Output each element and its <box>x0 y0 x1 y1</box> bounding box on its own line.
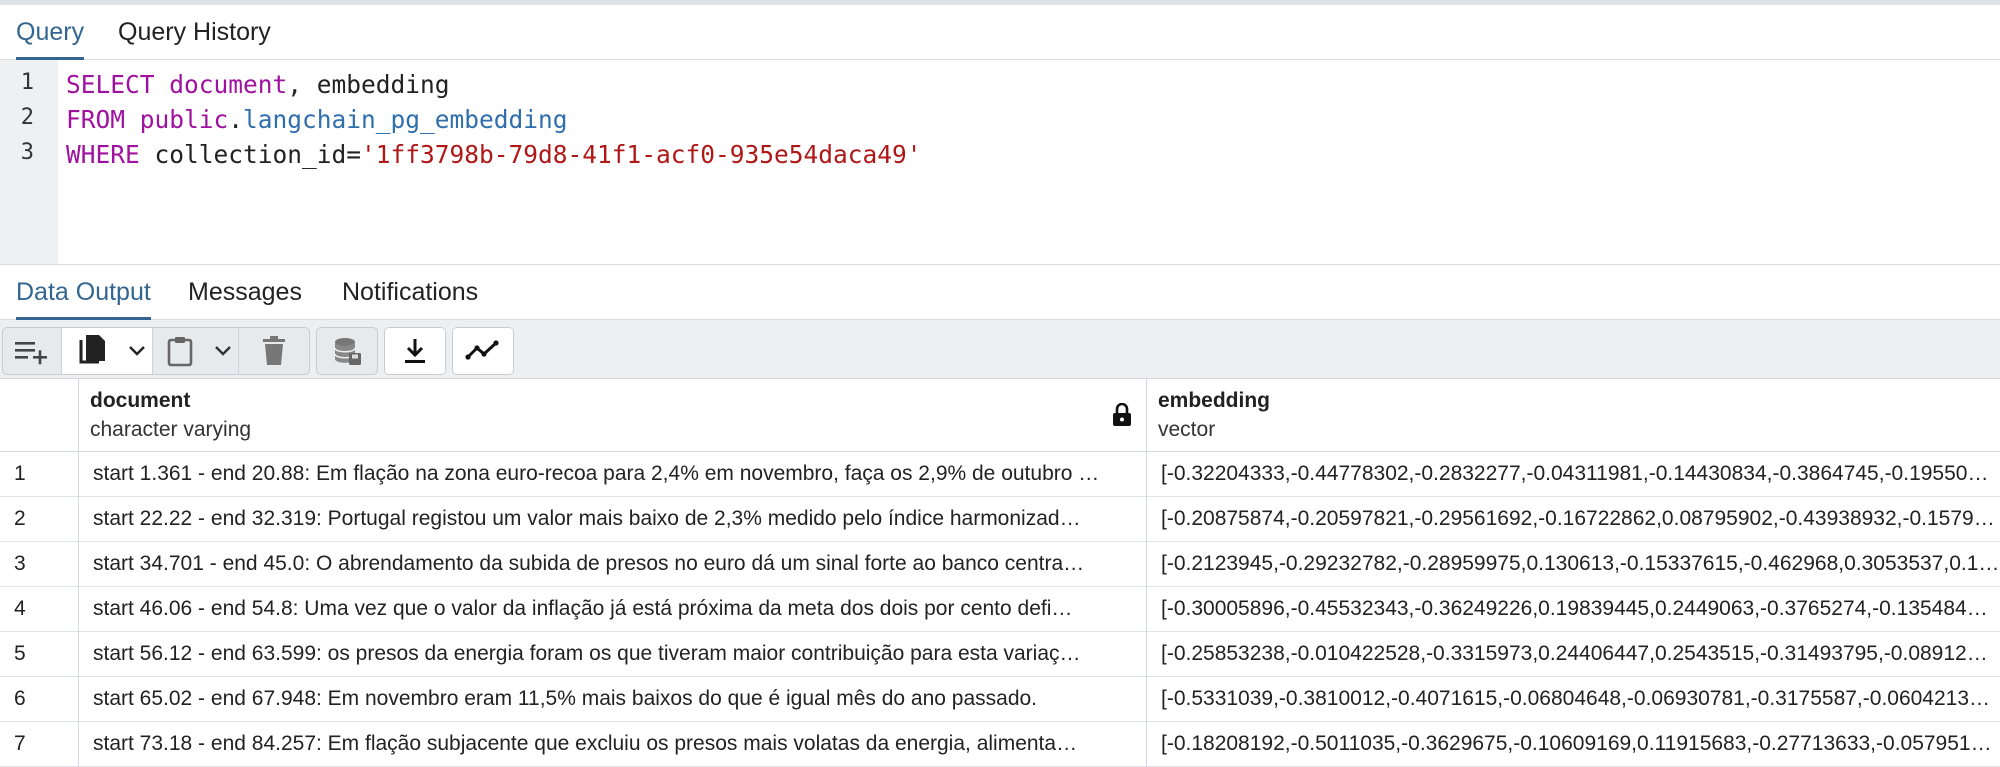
row-number[interactable]: 2 <box>14 497 26 541</box>
graph-visualiser-button[interactable] <box>453 328 513 374</box>
column-name: embedding <box>1158 389 1271 412</box>
cell-document[interactable]: start 1.361 - end 20.88: Em flação na zo… <box>93 452 1133 496</box>
cell-embedding[interactable]: [-0.32204333,-0.44778302,-0.2832277,-0.0… <box>1161 452 2000 496</box>
line-number: 1 <box>20 70 34 95</box>
tab-notifications[interactable]: Notifications <box>342 265 478 319</box>
code-token: collection_id= <box>154 140 362 169</box>
table-row[interactable]: 5 start 56.12 - end 63.599: os presos da … <box>0 632 2000 677</box>
table-row[interactable]: 4 start 46.06 - end 54.8: Uma vez que o v… <box>0 587 2000 632</box>
column-name: document <box>90 389 191 412</box>
column-type: vector <box>1158 418 1216 441</box>
table-row[interactable]: 1 start 1.361 - end 20.88: Em flação na z… <box>0 452 2000 497</box>
download-button[interactable] <box>385 328 445 374</box>
line-number: 3 <box>20 140 34 165</box>
code-token: public <box>139 105 229 134</box>
cell-document[interactable]: start 73.18 - end 84.257: Em flação subj… <box>93 722 1133 766</box>
cell-embedding[interactable]: [-0.20875874,-0.20597821,-0.29561692,-0.… <box>1161 497 2000 541</box>
tab-data-output[interactable]: Data Output <box>16 265 151 320</box>
output-tab-bar: Data Output Messages Notifications <box>0 265 2000 320</box>
table-row[interactable]: 6 start 65.02 - end 67.948: Em novembro e… <box>0 677 2000 722</box>
code-line-1: SELECT document, embedding <box>66 70 450 99</box>
add-row-icon <box>14 342 47 365</box>
column-type: character varying <box>90 418 252 441</box>
code-line-3: WHERE collection_id='1ff3798b-79d8-41f1-… <box>66 140 922 169</box>
copy-icon <box>79 335 105 364</box>
row-number[interactable]: 6 <box>14 677 26 721</box>
table-row[interactable]: 3 start 34.701 - end 45.0: O abrendamento… <box>0 542 2000 587</box>
delete-row-button[interactable] <box>238 328 309 374</box>
code-token: . <box>228 105 244 134</box>
copy-options-dropdown[interactable] <box>121 328 152 374</box>
line-number-gutter: 1 2 3 <box>0 60 58 264</box>
chevron-down-icon <box>215 346 232 356</box>
chevron-down-icon <box>128 346 145 356</box>
line-number: 2 <box>20 105 34 130</box>
download-group <box>384 327 446 375</box>
table-row[interactable]: 2 start 22.22 - end 32.319: Portugal regi… <box>0 497 2000 542</box>
save-data-button[interactable] <box>317 328 377 374</box>
cell-document[interactable]: start 34.701 - end 45.0: O abrendamento … <box>93 542 1133 586</box>
cell-embedding[interactable]: [-0.18208192,-0.5011035,-0.3629675,-0.10… <box>1161 722 2000 766</box>
tab-query-history[interactable]: Query History <box>118 5 271 59</box>
graph-icon <box>465 340 499 360</box>
grid-header: document character varying embedding vec… <box>0 379 2000 452</box>
column-header-document[interactable]: document character varying <box>78 379 1146 451</box>
column-divider <box>78 379 79 767</box>
tab-messages[interactable]: Messages <box>188 265 302 319</box>
delete-icon <box>263 336 286 365</box>
query-tab-bar: Query Query History <box>0 5 2000 60</box>
code-line-2: FROM public.langchain_pg_embedding <box>66 105 568 134</box>
save-data-group <box>316 327 378 375</box>
save-data-icon <box>334 338 361 365</box>
paste-icon <box>168 337 193 367</box>
cell-document[interactable]: start 65.02 - end 67.948: Em novembro er… <box>93 677 1133 721</box>
cell-document[interactable]: start 56.12 - end 63.599: os presos da e… <box>93 632 1133 676</box>
column-header-embedding[interactable]: embedding vector <box>1146 379 2000 451</box>
cell-embedding[interactable]: [-0.30005896,-0.45532343,-0.36249226,0.1… <box>1161 587 2000 631</box>
cell-embedding[interactable]: [-0.25853238,-0.010422528,-0.3315973,0.2… <box>1161 632 2000 676</box>
code-token: '1ff3798b-79d8-41f1-acf0-935e54daca49' <box>361 140 922 169</box>
row-number[interactable]: 1 <box>14 452 26 496</box>
result-grid: document character varying embedding vec… <box>0 379 2000 767</box>
code-token: WHERE <box>66 140 155 169</box>
row-number[interactable]: 7 <box>14 722 26 766</box>
column-divider <box>1146 379 1147 767</box>
cell-embedding[interactable]: [-0.5331039,-0.3810012,-0.4071615,-0.068… <box>1161 677 2000 721</box>
row-number[interactable]: 5 <box>14 632 26 676</box>
sql-editor[interactable]: 1 2 3 SELECT document, embedding FROM pu… <box>0 60 2000 264</box>
lock-icon <box>1113 403 1131 426</box>
paste-button[interactable] <box>151 328 209 374</box>
code-token: document <box>169 70 288 99</box>
tab-query[interactable]: Query <box>16 5 85 60</box>
cell-embedding[interactable]: [-0.2123945,-0.29232782,-0.28959975,0.13… <box>1161 542 2000 586</box>
row-edit-group <box>2 327 310 375</box>
row-number[interactable]: 4 <box>14 587 26 631</box>
code-token: FROM <box>66 105 140 134</box>
download-icon <box>405 339 425 363</box>
add-row-button[interactable] <box>3 328 61 374</box>
row-number-header[interactable] <box>0 379 78 451</box>
row-number[interactable]: 3 <box>14 542 26 586</box>
code-token: , embedding <box>287 70 450 99</box>
data-output-toolbar <box>0 320 2000 379</box>
cell-document[interactable]: start 22.22 - end 32.319: Portugal regis… <box>93 497 1133 541</box>
paste-options-dropdown[interactable] <box>208 328 238 374</box>
cell-document[interactable]: start 46.06 - end 54.8: Uma vez que o va… <box>93 587 1133 631</box>
graph-group <box>452 327 514 375</box>
table-row[interactable]: 7 start 73.18 - end 84.257: Em flação sub… <box>0 722 2000 767</box>
copy-button[interactable] <box>60 328 122 374</box>
code-token: SELECT <box>66 70 170 99</box>
code-token: langchain_pg_embedding <box>243 105 568 134</box>
